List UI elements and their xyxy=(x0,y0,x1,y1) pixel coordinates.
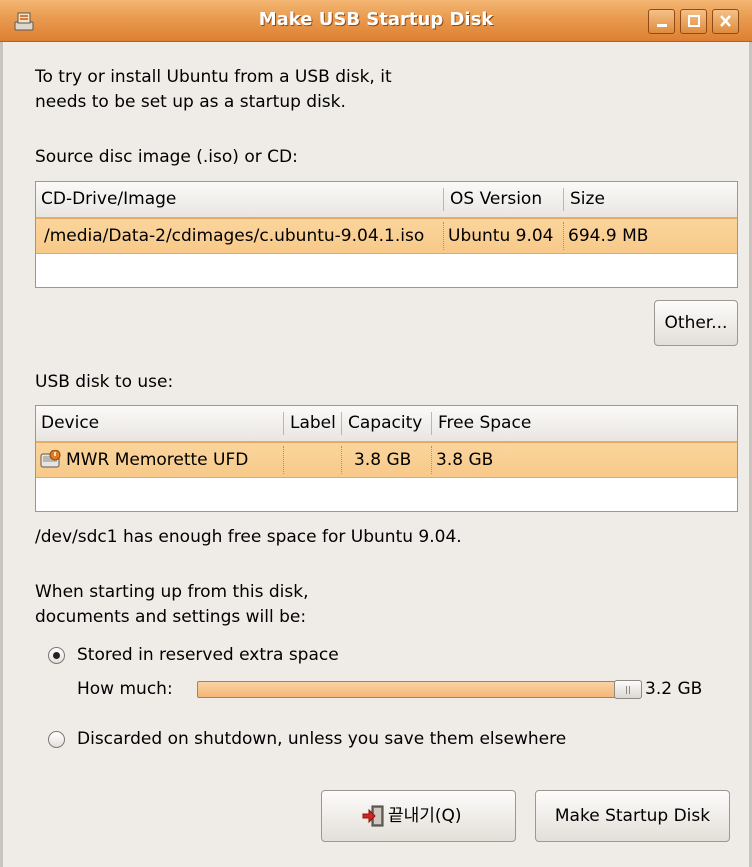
space-slider-handle[interactable] xyxy=(614,680,642,699)
other-button[interactable]: Other... xyxy=(654,300,738,346)
status-message: /dev/sdc1 has enough free space for Ubun… xyxy=(35,527,462,547)
exit-icon xyxy=(362,805,384,827)
persistence-text-line2: documents and settings will be: xyxy=(35,607,307,627)
discarded-option-label[interactable]: Discarded on shutdown, unless you save t… xyxy=(77,727,566,752)
persistence-text-line1: When starting up from this disk, xyxy=(35,582,309,602)
quit-button[interactable]: 끝내기(Q) xyxy=(321,790,516,842)
usb-disk-list[interactable]: Device Label Capacity Free Space MWR Mem… xyxy=(35,405,738,512)
usb-device-name: MWR Memorette UFD xyxy=(66,450,249,470)
close-button[interactable] xyxy=(712,9,739,34)
maximize-icon xyxy=(688,15,700,27)
intro-text-line1: To try or install Ubuntu from a USB disk… xyxy=(35,67,392,87)
source-label: Source disc image (.iso) or CD: xyxy=(35,147,298,167)
usb-disk-label: USB disk to use: xyxy=(35,372,174,392)
column-header-os-version[interactable]: OS Version xyxy=(445,182,542,217)
table-row[interactable]: /media/Data-2/cdimages/c.ubuntu-9.04.1.i… xyxy=(36,218,737,254)
title-bar[interactable]: Make USB Startup Disk xyxy=(0,0,752,42)
stored-radio-button[interactable] xyxy=(48,647,65,664)
minimize-icon xyxy=(657,24,667,27)
column-header-cd-drive-image[interactable]: CD-Drive/Image xyxy=(36,182,176,217)
space-slider[interactable] xyxy=(197,681,642,698)
source-image-path: /media/Data-2/cdimages/c.ubuntu-9.04.1.i… xyxy=(44,226,425,246)
table-row[interactable]: MWR Memorette UFD 3.8 GB 3.8 GB xyxy=(36,442,737,478)
column-header-device[interactable]: Device xyxy=(36,406,99,441)
discarded-radio-button[interactable] xyxy=(48,731,65,748)
quit-button-label: 끝내기(Q) xyxy=(388,806,462,826)
make-startup-disk-button[interactable]: Make Startup Disk xyxy=(535,790,730,842)
source-os-version: Ubuntu 9.04 xyxy=(448,226,554,246)
usb-free-space: 3.8 GB xyxy=(436,450,494,470)
source-image-list[interactable]: CD-Drive/Image OS Version Size /media/Da… xyxy=(35,181,738,288)
window-border-left xyxy=(0,42,3,867)
column-header-label[interactable]: Label xyxy=(285,406,336,441)
column-header-size[interactable]: Size xyxy=(565,182,605,217)
source-size: 694.9 MB xyxy=(568,226,649,246)
usb-list-header: Device Label Capacity Free Space xyxy=(36,406,737,442)
source-list-header: CD-Drive/Image OS Version Size xyxy=(36,182,737,218)
intro-text-line2: needs to be set up as a startup disk. xyxy=(35,92,346,112)
window-title: Make USB Startup Disk xyxy=(258,9,494,30)
usb-capacity: 3.8 GB xyxy=(354,450,412,470)
stored-option-label[interactable]: Stored in reserved extra space xyxy=(77,643,339,668)
close-icon xyxy=(720,15,731,27)
usb-drive-icon xyxy=(40,450,61,468)
maximize-button[interactable] xyxy=(680,9,707,34)
how-much-label: How much: xyxy=(77,679,173,699)
column-header-capacity[interactable]: Capacity xyxy=(343,406,422,441)
column-header-free-space[interactable]: Free Space xyxy=(433,406,531,441)
minimize-button[interactable] xyxy=(648,9,675,34)
how-much-value: 3.2 GB xyxy=(645,679,703,699)
